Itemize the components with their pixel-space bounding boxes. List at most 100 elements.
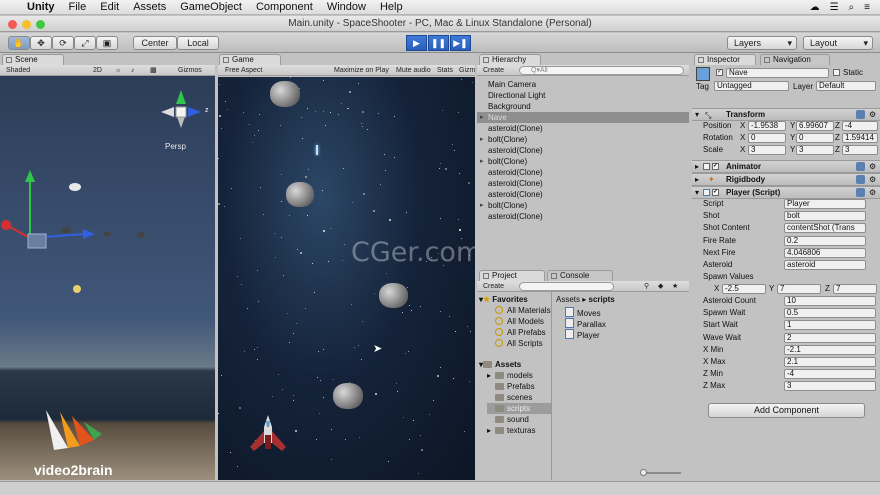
gear-icon[interactable]: ⚙ — [869, 174, 876, 185]
script-field-value[interactable]: 0.2 — [784, 235, 866, 246]
expand-arrow-icon[interactable]: ▸ — [480, 200, 484, 211]
add-component-button[interactable]: Add Component — [708, 403, 865, 418]
menu-file[interactable]: File — [62, 1, 94, 13]
menu-window[interactable]: Window — [320, 1, 373, 13]
stats-toggle[interactable]: Stats — [437, 66, 453, 75]
spotlight-search-icon[interactable]: ⌕ — [849, 2, 855, 13]
asset-folder[interactable]: sound — [487, 414, 551, 425]
gear-icon[interactable]: ⚙ — [869, 187, 876, 198]
spawn-x-field[interactable]: -2.5 — [722, 284, 766, 294]
script-field-value[interactable]: Player — [784, 199, 866, 209]
rotate-tool-button[interactable]: ⟳ — [52, 36, 74, 50]
shading-dropdown[interactable]: Shaded — [6, 66, 30, 75]
gizmos-game-toggle[interactable]: Gizm — [459, 66, 475, 75]
audio-icon[interactable]: ♪ — [131, 66, 135, 75]
mute-audio-toggle[interactable]: Mute audio — [396, 66, 431, 75]
layout-dropdown[interactable]: Layout ▾ — [803, 36, 873, 50]
z-field[interactable]: -4 — [842, 121, 878, 131]
menu-component[interactable]: Component — [249, 1, 320, 13]
x-field[interactable]: -1.9538 — [748, 121, 786, 131]
script-field-value[interactable]: 2.1 — [784, 357, 876, 367]
saved-search-icon[interactable]: ★ — [672, 282, 678, 291]
script-field-value[interactable]: bolt — [784, 211, 866, 222]
scene-view[interactable]: z Persp video2brain — [0, 76, 215, 480]
menu-help[interactable]: Help — [373, 1, 410, 13]
hierarchy-item[interactable]: ▸ bolt(Clone) — [477, 200, 689, 211]
favorite-item[interactable]: All Prefabs — [495, 327, 546, 338]
animator-component-header[interactable]: ▸ ✓ Animator ⚙ — [692, 160, 880, 173]
hierarchy-item[interactable]: ▸ bolt(Clone) — [477, 134, 689, 145]
collapse-arrow-icon[interactable]: ▸ — [695, 161, 699, 172]
breadcrumb-current[interactable]: scripts — [589, 295, 615, 304]
project-splitter[interactable] — [551, 292, 552, 480]
gear-icon[interactable]: ⚙ — [869, 161, 876, 172]
layer-dropdown[interactable]: Default — [816, 81, 876, 91]
rect-tool-button[interactable]: ▣ — [96, 36, 118, 50]
expand-arrow-icon[interactable]: ▸ — [487, 425, 491, 436]
hierarchy-create-dropdown[interactable]: Create — [483, 66, 504, 75]
hierarchy-item[interactable]: asteroid(Clone) — [477, 189, 689, 200]
gizmos-dropdown[interactable]: Gizmos — [178, 66, 202, 75]
tag-dropdown[interactable]: Untagged — [714, 81, 789, 91]
expand-arrow-icon[interactable]: ▸ — [487, 370, 491, 381]
tab-game[interactable]: Game — [219, 54, 281, 65]
tab-project[interactable]: Project — [479, 270, 545, 281]
favorite-item[interactable]: All Models — [495, 316, 544, 327]
game-view[interactable]: CGer.com ➤ — [218, 77, 475, 480]
breadcrumb-root[interactable]: Assets — [556, 295, 580, 304]
script-field-value[interactable]: 10 — [784, 296, 876, 306]
help-icon[interactable] — [856, 188, 865, 197]
icon-size-slider-thumb[interactable] — [640, 469, 647, 476]
assets-node[interactable]: ▾ Assets — [479, 359, 521, 370]
tab-navigation[interactable]: Navigation — [760, 54, 830, 65]
project-create-dropdown[interactable]: Create — [483, 282, 504, 291]
zoom-window-icon[interactable] — [36, 20, 45, 29]
pause-button[interactable]: ❚❚ — [428, 35, 449, 51]
z-field[interactable]: 3 — [842, 145, 878, 155]
light-icon[interactable]: ☼ — [115, 66, 121, 75]
script-file[interactable]: Moves — [565, 307, 601, 318]
favorite-item[interactable]: All Materials — [495, 305, 551, 316]
pivot-center-button[interactable]: Center — [133, 36, 177, 50]
asset-folder[interactable]: scenes — [487, 392, 551, 403]
asset-folder[interactable]: Prefabs — [487, 381, 551, 392]
filter-label-icon[interactable]: ◆ — [658, 282, 663, 291]
maximize-on-play-toggle[interactable]: Maximize on Play — [334, 66, 389, 75]
hierarchy-item[interactable]: Main Camera — [477, 79, 689, 90]
expand-arrow-icon[interactable]: ▸ — [480, 156, 484, 167]
static-checkbox[interactable] — [833, 69, 840, 76]
layers-dropdown[interactable]: Layers ▾ — [727, 36, 797, 50]
icon-size-slider[interactable] — [641, 472, 681, 474]
filter-type-icon[interactable]: ⚲ — [644, 282, 649, 291]
gear-icon[interactable]: ⚙ — [869, 109, 876, 120]
menu-edit[interactable]: Edit — [93, 1, 126, 13]
hierarchy-item[interactable]: asteroid(Clone) — [477, 167, 689, 178]
hierarchy-search-input[interactable]: Q▾All — [519, 66, 684, 75]
close-window-icon[interactable] — [8, 20, 17, 29]
step-button[interactable]: ▶❚ — [450, 35, 471, 51]
active-checkbox[interactable]: ✓ — [716, 69, 723, 76]
project-search-input[interactable] — [519, 282, 614, 291]
tab-scene[interactable]: Scene — [2, 54, 64, 65]
toggle-2d-button[interactable]: 2D — [93, 66, 102, 75]
help-icon[interactable] — [856, 110, 865, 119]
hierarchy-item[interactable]: ▸ Nave — [477, 112, 689, 123]
y-field[interactable]: 6.99607 — [796, 121, 834, 131]
collapse-arrow-icon[interactable]: ▾ — [695, 187, 699, 198]
script-field-value[interactable]: 3 — [784, 381, 876, 392]
menu-app-name[interactable]: Unity — [20, 1, 62, 13]
hierarchy-item[interactable]: asteroid(Clone) — [477, 123, 689, 134]
scale-tool-button[interactable]: ⤢ — [74, 36, 96, 50]
expand-arrow-icon[interactable]: ▸ — [480, 112, 484, 123]
minimize-window-icon[interactable] — [22, 20, 31, 29]
hierarchy-item[interactable]: asteroid(Clone) — [477, 178, 689, 189]
script-field-value[interactable]: 0.5 — [784, 308, 876, 319]
menu-extras-icon[interactable]: ≡ — [864, 2, 870, 13]
collapse-arrow-icon[interactable]: ▾ — [695, 109, 699, 120]
tab-inspector[interactable]: Inspector — [694, 54, 756, 65]
spawn-y-field[interactable]: 7 — [777, 284, 821, 294]
asset-folder[interactable]: ▸ models — [487, 370, 551, 381]
effects-icon[interactable]: ▩ — [150, 66, 157, 75]
animator-enabled-checkbox[interactable]: ✓ — [712, 163, 719, 170]
help-icon[interactable] — [856, 162, 865, 171]
